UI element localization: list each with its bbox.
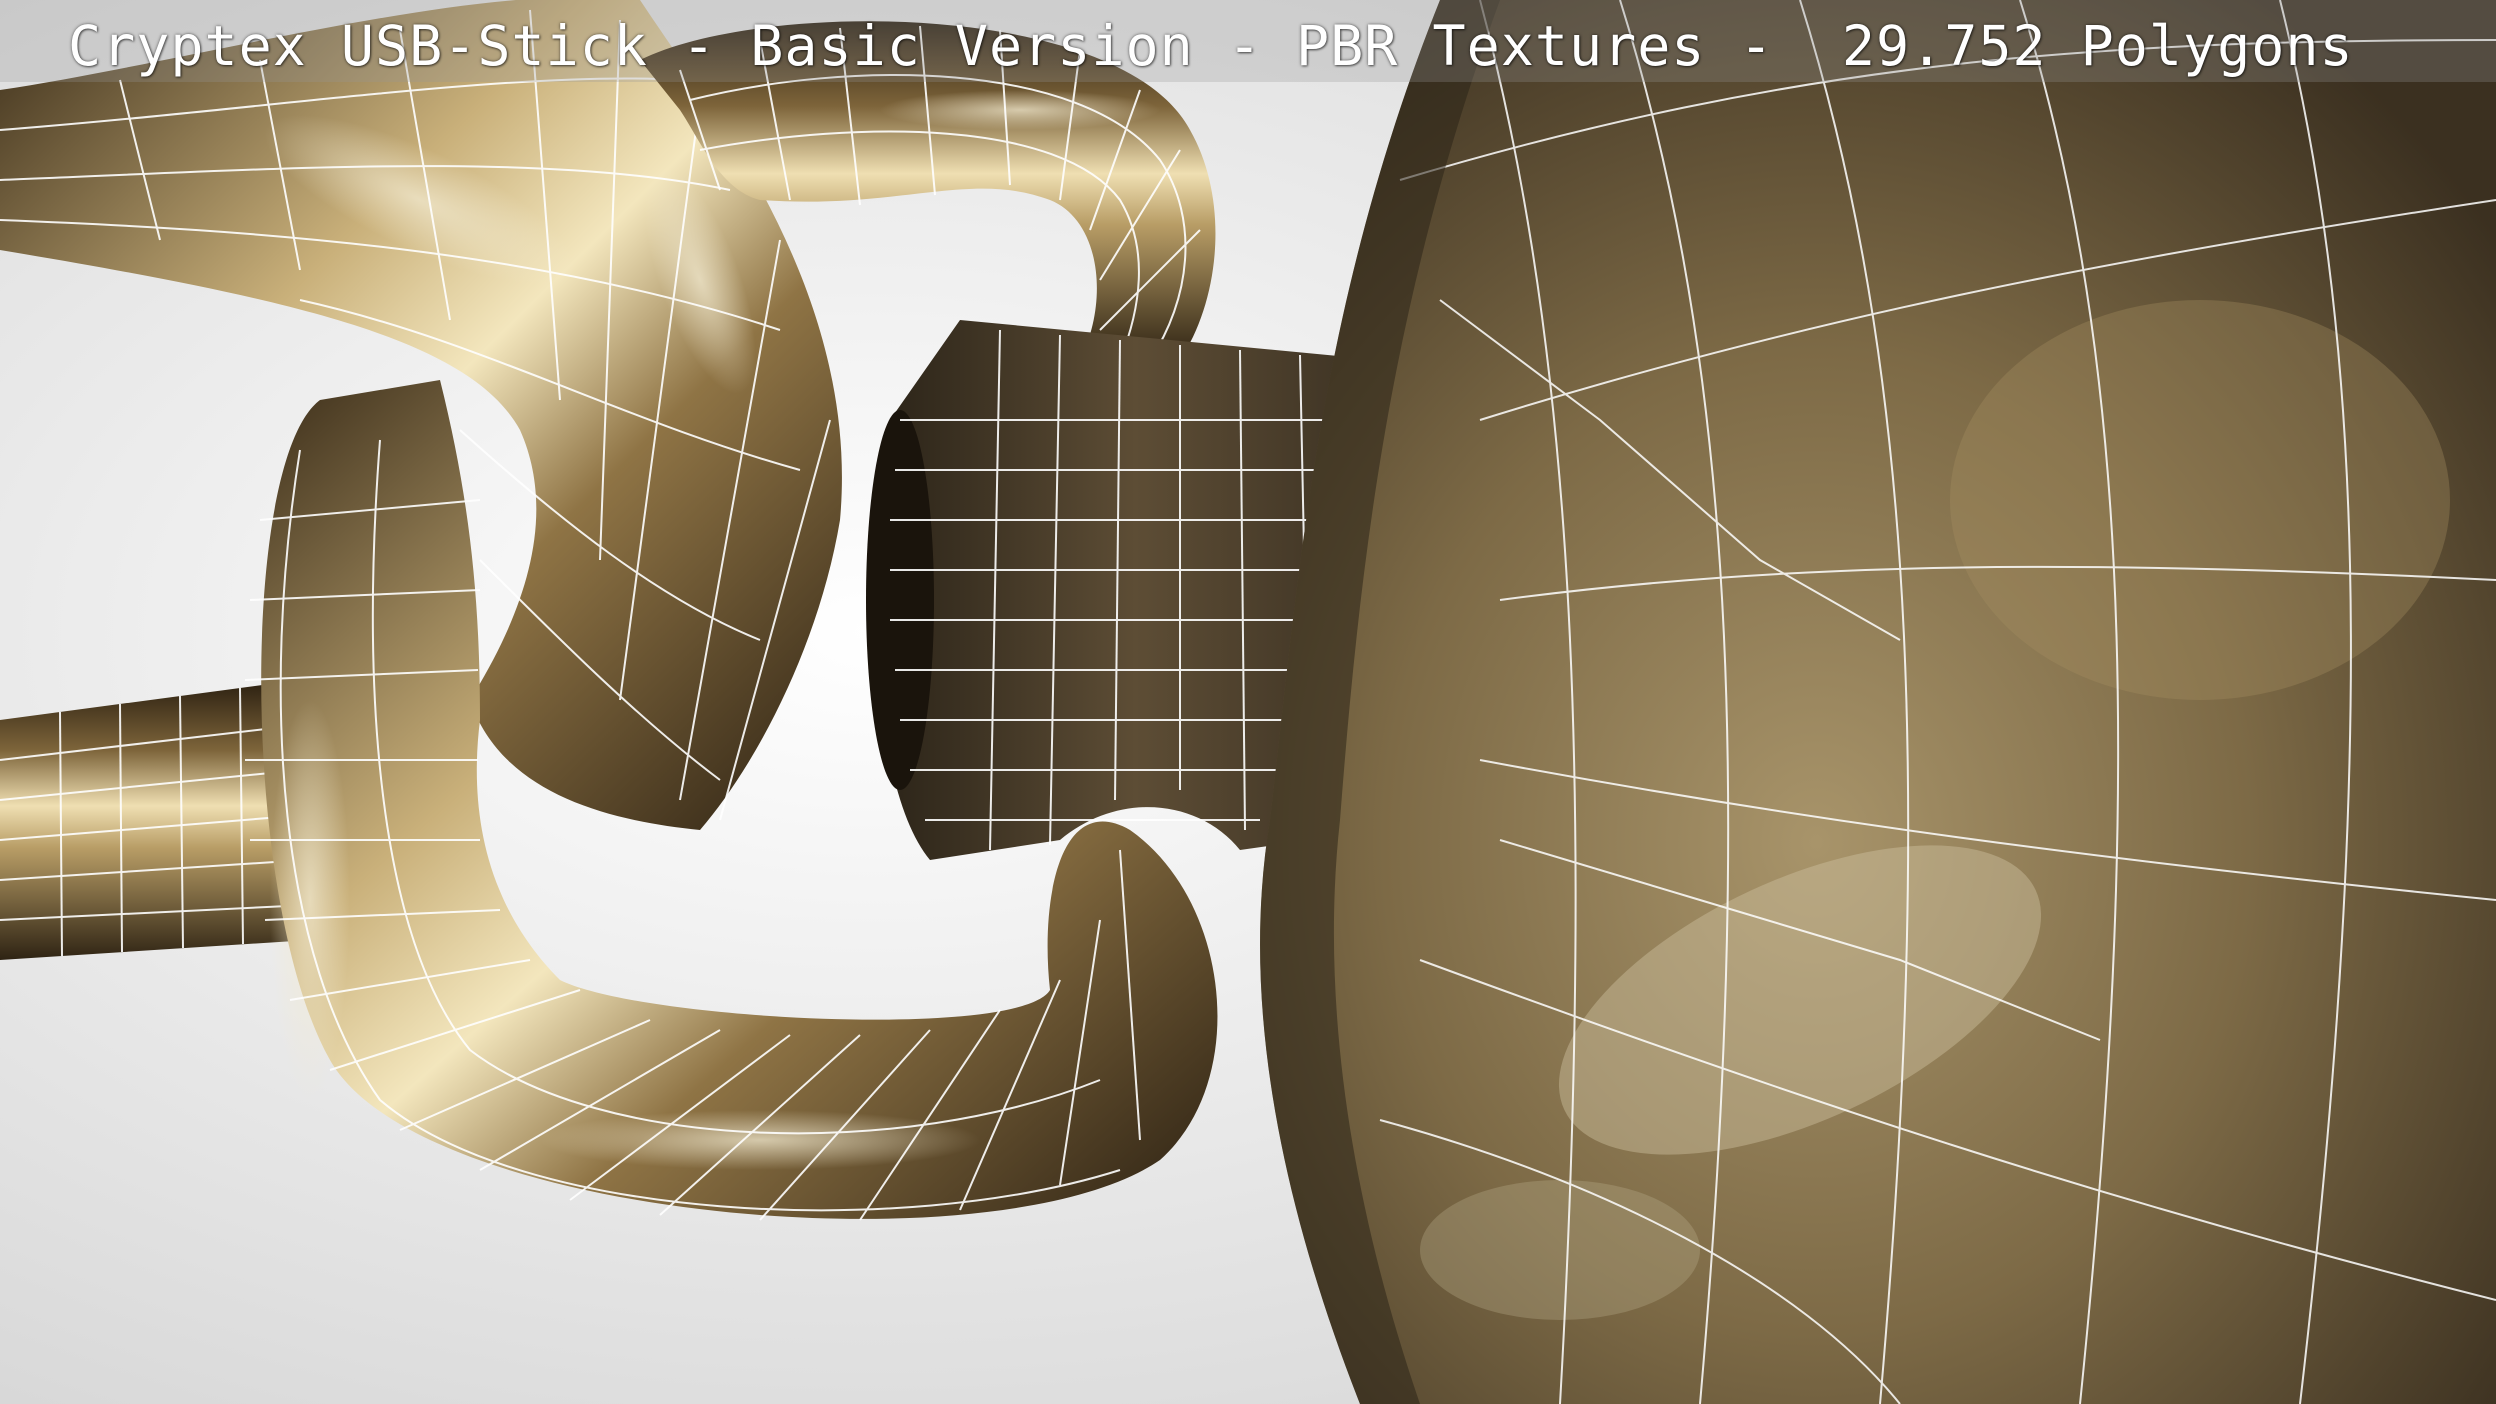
- caption-text: Cryptex USB-Stick - Basic Version - PBR …: [68, 14, 2354, 78]
- render-viewport: [0, 0, 2496, 1404]
- main-body: [1260, 0, 2496, 1404]
- caption-bar: Cryptex USB-Stick - Basic Version - PBR …: [0, 0, 2496, 82]
